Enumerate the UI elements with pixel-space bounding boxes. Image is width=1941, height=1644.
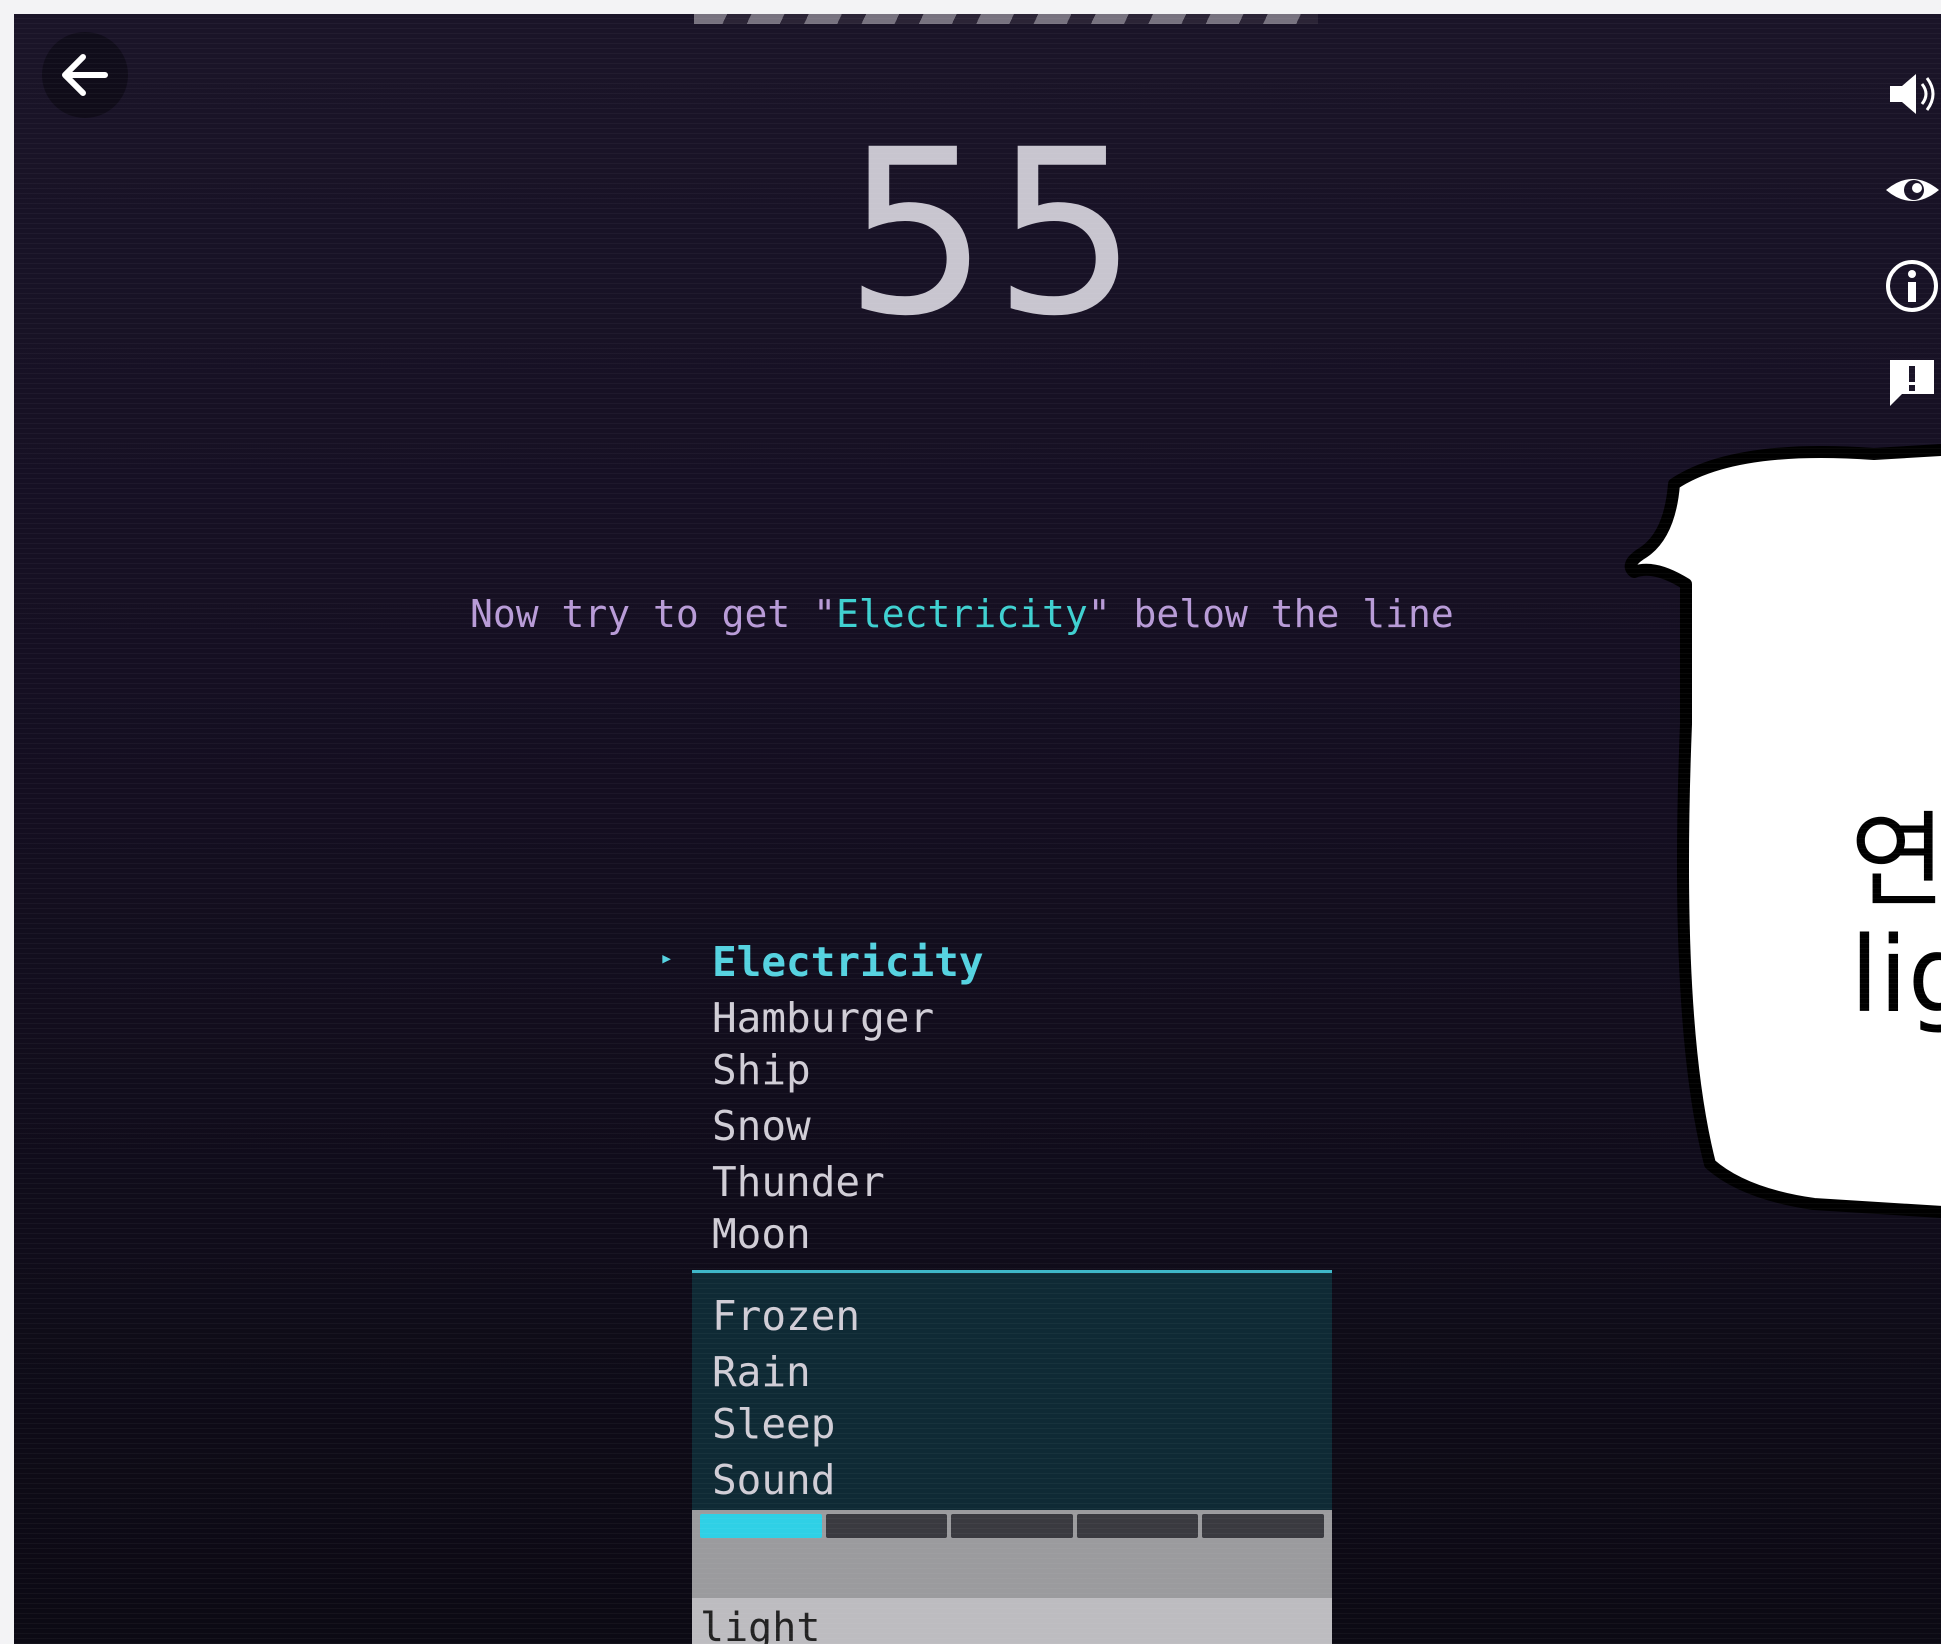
- progress-segment: [825, 1514, 948, 1538]
- progress-segment: [1202, 1514, 1324, 1538]
- list-item-target: Electricity: [712, 938, 984, 986]
- game-screen: 55 Now try to get "Electricity" below th…: [14, 14, 1941, 1644]
- bubble-line-1: 연: [1850, 800, 1941, 922]
- arrow-left-icon: [62, 54, 108, 96]
- instruction-text: Now try to get "Electricity" below the l…: [470, 592, 1470, 636]
- list-item: Rain: [712, 1348, 811, 1396]
- bubble-text: 연 lig: [1850, 804, 1941, 1033]
- score-display: 55: [844, 100, 1143, 366]
- eye-icon[interactable]: [1884, 162, 1941, 219]
- word-input[interactable]: [692, 1598, 1332, 1644]
- speaker-icon[interactable]: [1884, 66, 1941, 123]
- report-icon[interactable]: [1884, 354, 1941, 411]
- list-item: Ship: [712, 1046, 811, 1094]
- back-button[interactable]: [42, 32, 128, 118]
- instruction-target-word: Electricity: [836, 592, 1088, 636]
- list-item: Hamburger: [712, 994, 935, 1042]
- progress-segment: [1076, 1514, 1199, 1538]
- info-icon[interactable]: [1884, 258, 1941, 315]
- list-item: Frozen: [712, 1292, 861, 1340]
- list-item: Sleep: [712, 1400, 836, 1448]
- pointer-icon: ▸: [660, 946, 674, 971]
- instruction-prefix: Now try to get ": [470, 592, 837, 636]
- instruction-suffix: " below the line: [1087, 592, 1454, 636]
- bubble-line-2: lig: [1850, 914, 1941, 1037]
- progress-segment: [951, 1514, 1073, 1538]
- list-item: Sound: [712, 1456, 836, 1504]
- list-item: Thunder: [712, 1158, 885, 1206]
- threshold-line: [692, 1270, 1332, 1273]
- list-item: Moon: [712, 1210, 811, 1258]
- list-item: Snow: [712, 1102, 811, 1150]
- top-stripe: [694, 14, 1318, 24]
- progress-bar: [700, 1514, 1324, 1538]
- progress-segment: [700, 1514, 822, 1538]
